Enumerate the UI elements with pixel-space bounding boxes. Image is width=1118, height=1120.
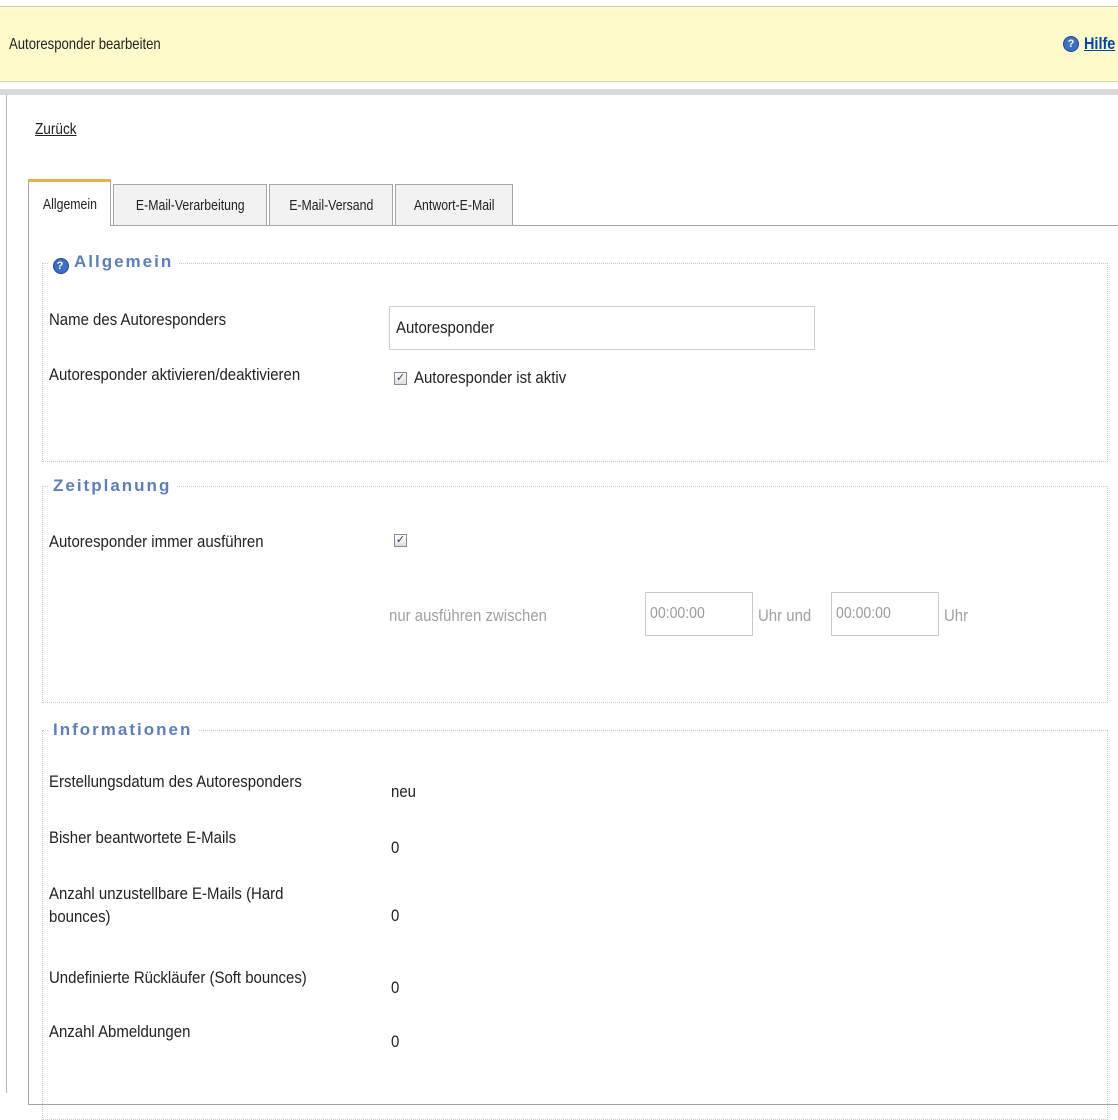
clock-and-label: Uhr und — [758, 606, 812, 625]
help-link-group[interactable]: ? Hilfe — [1063, 34, 1118, 54]
section-schedule: Zeitplanung — [42, 476, 1108, 703]
help-icon[interactable]: ? — [53, 258, 69, 274]
back-link[interactable]: Zurück — [35, 121, 77, 139]
info-value-soft-bounces: 0 — [391, 978, 400, 997]
info-label-hard-bounces: Anzahl unzustellbare E-Mails (Hard bounc… — [49, 884, 284, 926]
input-value: Autoresponder — [396, 318, 495, 337]
help-link[interactable]: Hilfe — [1084, 34, 1115, 54]
clock-label: Uhr — [944, 606, 969, 625]
legend-text: Allgemein — [74, 252, 174, 271]
info-value-created: neu — [391, 782, 416, 801]
checkmark-icon: ✓ — [395, 372, 406, 384]
checkmark-icon: ✓ — [395, 534, 406, 546]
info-label-answered: Bisher beantwortete E-Mails — [49, 828, 237, 847]
tab-allgemein[interactable]: Allgemein — [28, 179, 111, 226]
info-label-unsubscribes: Anzahl Abmeldungen — [49, 1022, 191, 1041]
tab-label: Allgemein — [42, 195, 97, 213]
tab-label: Antwort-E-Mail — [413, 197, 495, 214]
autoresponder-name-input[interactable]: Autoresponder — [389, 306, 815, 350]
tab-bar: Allgemein E-Mail-Verarbeitung E-Mail-Ver… — [28, 179, 515, 226]
tab-label: E-Mail-Versand — [288, 197, 374, 214]
tab-email-verarbeitung[interactable]: E-Mail-Verarbeitung — [113, 184, 267, 226]
info-value-unsubscribes: 0 — [391, 1032, 400, 1051]
tab-panel: ? Allgemein Name des Autoresponders Autor… — [28, 225, 1118, 1120]
info-label-created: Erstellungsdatum des Autoresponders — [49, 772, 302, 791]
tab-label: E-Mail-Verarbeitung — [135, 197, 245, 214]
only-between-label: nur ausführen zwischen — [389, 606, 548, 625]
always-run-checkbox[interactable]: ✓ — [394, 534, 407, 547]
activate-label: Autoresponder aktivieren/deaktivieren — [49, 365, 301, 384]
name-label: Name des Autoresponders — [49, 310, 227, 329]
time-from-input[interactable]: 00:00:00 — [645, 592, 753, 636]
tab-email-versand[interactable]: E-Mail-Versand — [269, 184, 393, 226]
active-checkbox-label: Autoresponder ist aktiv — [414, 368, 567, 387]
always-run-label: Autoresponder immer ausführen — [49, 532, 264, 551]
info-value-answered: 0 — [391, 838, 400, 857]
page-header: Autoresponder bearbeiten ? Hilfe — [0, 6, 1118, 82]
legend-text: Informationen — [53, 720, 193, 739]
input-value: 00:00:00 — [650, 605, 705, 622]
main-content: Zurück Allgemein E-Mail-Verarbeitung E-M… — [6, 95, 1118, 1120]
page-title: Autoresponder bearbeiten — [9, 36, 161, 53]
info-value-hard-bounces: 0 — [391, 906, 400, 925]
active-checkbox[interactable]: ✓ — [394, 372, 407, 385]
section-general-legend: ? Allgemein — [49, 252, 179, 274]
section-info-legend: Informationen — [49, 720, 198, 740]
input-value: 00:00:00 — [836, 605, 891, 622]
section-general: ? Allgemein — [42, 252, 1108, 462]
section-schedule-legend: Zeitplanung — [49, 476, 177, 496]
legend-text: Zeitplanung — [53, 476, 172, 495]
help-icon[interactable]: ? — [1063, 36, 1079, 52]
tab-antwort-email[interactable]: Antwort-E-Mail — [395, 184, 513, 226]
time-to-input[interactable]: 00:00:00 — [831, 592, 939, 636]
info-label-soft-bounces: Undefinierte Rückläufer (Soft bounces) — [49, 968, 307, 987]
